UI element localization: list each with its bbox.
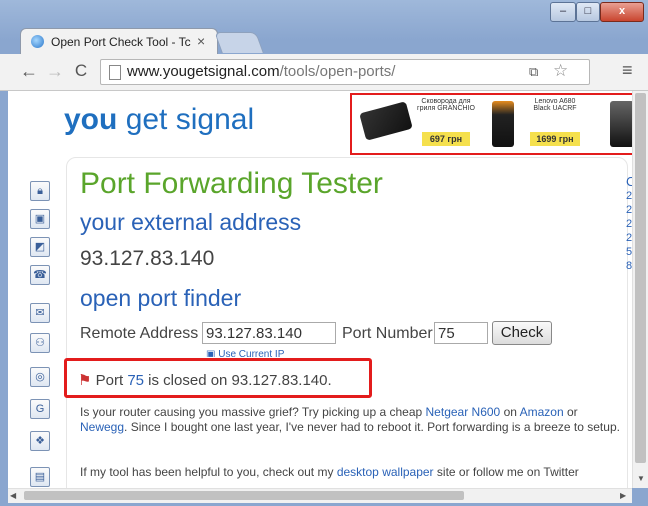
- lock-icon[interactable]: 🔒︎: [30, 181, 50, 201]
- external-address-heading: your external address: [80, 209, 302, 235]
- amazon-link[interactable]: Amazon: [520, 405, 564, 419]
- globe-icon: [31, 35, 44, 48]
- url-path: /tools/open-ports/: [279, 63, 396, 80]
- maximize-button[interactable]: □: [576, 2, 600, 22]
- vertical-scrollbar[interactable]: ▼: [632, 91, 648, 488]
- page-icon: [109, 65, 121, 80]
- router-paragraph: Is your router causing you massive grief…: [80, 405, 624, 435]
- minimize-button[interactable]: –: [550, 2, 576, 22]
- use-current-ip-text: Use Current IP: [218, 349, 285, 357]
- url-text: www.yougetsignal.com/tools/open-ports/: [127, 63, 395, 80]
- google-icon[interactable]: G: [30, 399, 50, 419]
- new-tab-button[interactable]: [214, 32, 264, 53]
- para1-text-c: or: [566, 405, 578, 419]
- windows-icon[interactable]: ❖: [30, 431, 50, 451]
- scroll-left-arrow-icon[interactable]: ◀: [10, 491, 16, 500]
- remote-address-input[interactable]: [202, 322, 336, 344]
- netgear-link[interactable]: Netgear N600: [426, 405, 501, 419]
- horizontal-scroll-thumb[interactable]: [24, 491, 464, 500]
- grill-pan-image: [359, 101, 413, 141]
- close-window-button[interactable]: x: [600, 2, 644, 22]
- reload-icon[interactable]: C: [70, 60, 92, 82]
- globe-map-icon[interactable]: ◩: [30, 237, 50, 257]
- network-icon[interactable]: ⚇: [30, 333, 50, 353]
- open-port-finder-heading: open port finder: [80, 285, 242, 311]
- ad-banner[interactable]: Сковорода для гриля GRANCHIO 697 грн Len…: [350, 93, 632, 155]
- vertical-scroll-thumb[interactable]: [635, 93, 646, 463]
- para2-text-a: If my tool has been helpful to you, chec…: [80, 465, 334, 479]
- para1-text-a: Is your router causing you massive grief…: [80, 405, 423, 419]
- check-button[interactable]: Check: [492, 321, 552, 345]
- tab-open-port-check[interactable]: Open Port Check Tool - Tc ×: [20, 28, 218, 55]
- target-icon[interactable]: ◎: [30, 367, 50, 387]
- address-bar[interactable]: www.yougetsignal.com/tools/open-ports/ ⧉…: [100, 59, 590, 85]
- toolbar: ← → C www.yougetsignal.com/tools/open-po…: [0, 54, 648, 91]
- map-icon[interactable]: ▣: [30, 209, 50, 229]
- page-title: Port Forwarding Tester: [80, 167, 383, 200]
- translate-icon[interactable]: ⧉: [529, 64, 538, 80]
- star-icon[interactable]: ☆: [553, 61, 568, 81]
- para1-text-b: on: [503, 405, 517, 419]
- back-arrow-icon[interactable]: ←: [18, 60, 40, 82]
- result-port-link[interactable]: 75: [127, 372, 144, 389]
- ad-item2-title: Lenovo A680 Black UACRF: [533, 98, 577, 112]
- tab-title: Open Port Check Tool - Tc: [51, 35, 191, 49]
- result-suffix: is closed on 93.127.83.140.: [148, 372, 332, 389]
- external-ip: 93.127.83.140: [80, 247, 215, 270]
- logo-you: you: [64, 103, 118, 136]
- para1-text-d: . Since I bought one last year, I've nev…: [124, 420, 620, 434]
- newegg-link[interactable]: Newegg: [80, 420, 124, 434]
- ad-item1-title: Сковорода для гриля GRANCHIO: [417, 98, 475, 112]
- use-current-ip-link[interactable]: ▣ Use Current IP: [206, 349, 284, 357]
- phone-icon[interactable]: ☎: [30, 265, 50, 285]
- remote-address-label: Remote Address: [80, 325, 199, 342]
- port-result: ⚑ Port 75 is closed on 93.127.83.140.: [78, 371, 332, 389]
- phone-image: [492, 101, 514, 147]
- menu-icon[interactable]: ≡: [622, 60, 633, 81]
- scroll-down-arrow-icon[interactable]: ▼: [637, 474, 645, 483]
- para2-text-b: site or follow me on Twitter: [436, 465, 579, 479]
- forward-arrow-icon[interactable]: →: [44, 60, 66, 82]
- port-number-input[interactable]: [434, 322, 488, 344]
- url-host: www.yougetsignal.com: [127, 63, 280, 80]
- flag-icon: ⚑: [78, 372, 92, 389]
- port-number-label: Port Number: [342, 325, 433, 342]
- result-prefix: Port: [95, 372, 124, 389]
- mail-icon[interactable]: ✉: [30, 303, 50, 323]
- logo-rest: get signal: [125, 103, 255, 136]
- ad-item1-price[interactable]: 697 грн: [422, 132, 470, 146]
- disk-icon[interactable]: ▤: [30, 467, 50, 487]
- desktop-wallpaper-link[interactable]: desktop wallpaper: [337, 465, 434, 479]
- horizontal-scrollbar[interactable]: ◀ ▶: [8, 488, 632, 503]
- ad-item2-price[interactable]: 1699 грн: [530, 132, 580, 146]
- phone-image-2: [610, 101, 632, 147]
- tab-close-icon[interactable]: ×: [197, 33, 205, 49]
- site-logo[interactable]: you get signal: [64, 103, 254, 137]
- page-viewport: you get signal Сковорода для гриля GRANC…: [8, 91, 632, 488]
- scroll-right-arrow-icon[interactable]: ▶: [620, 491, 626, 500]
- wallpaper-paragraph: If my tool has been helpful to you, chec…: [80, 465, 624, 480]
